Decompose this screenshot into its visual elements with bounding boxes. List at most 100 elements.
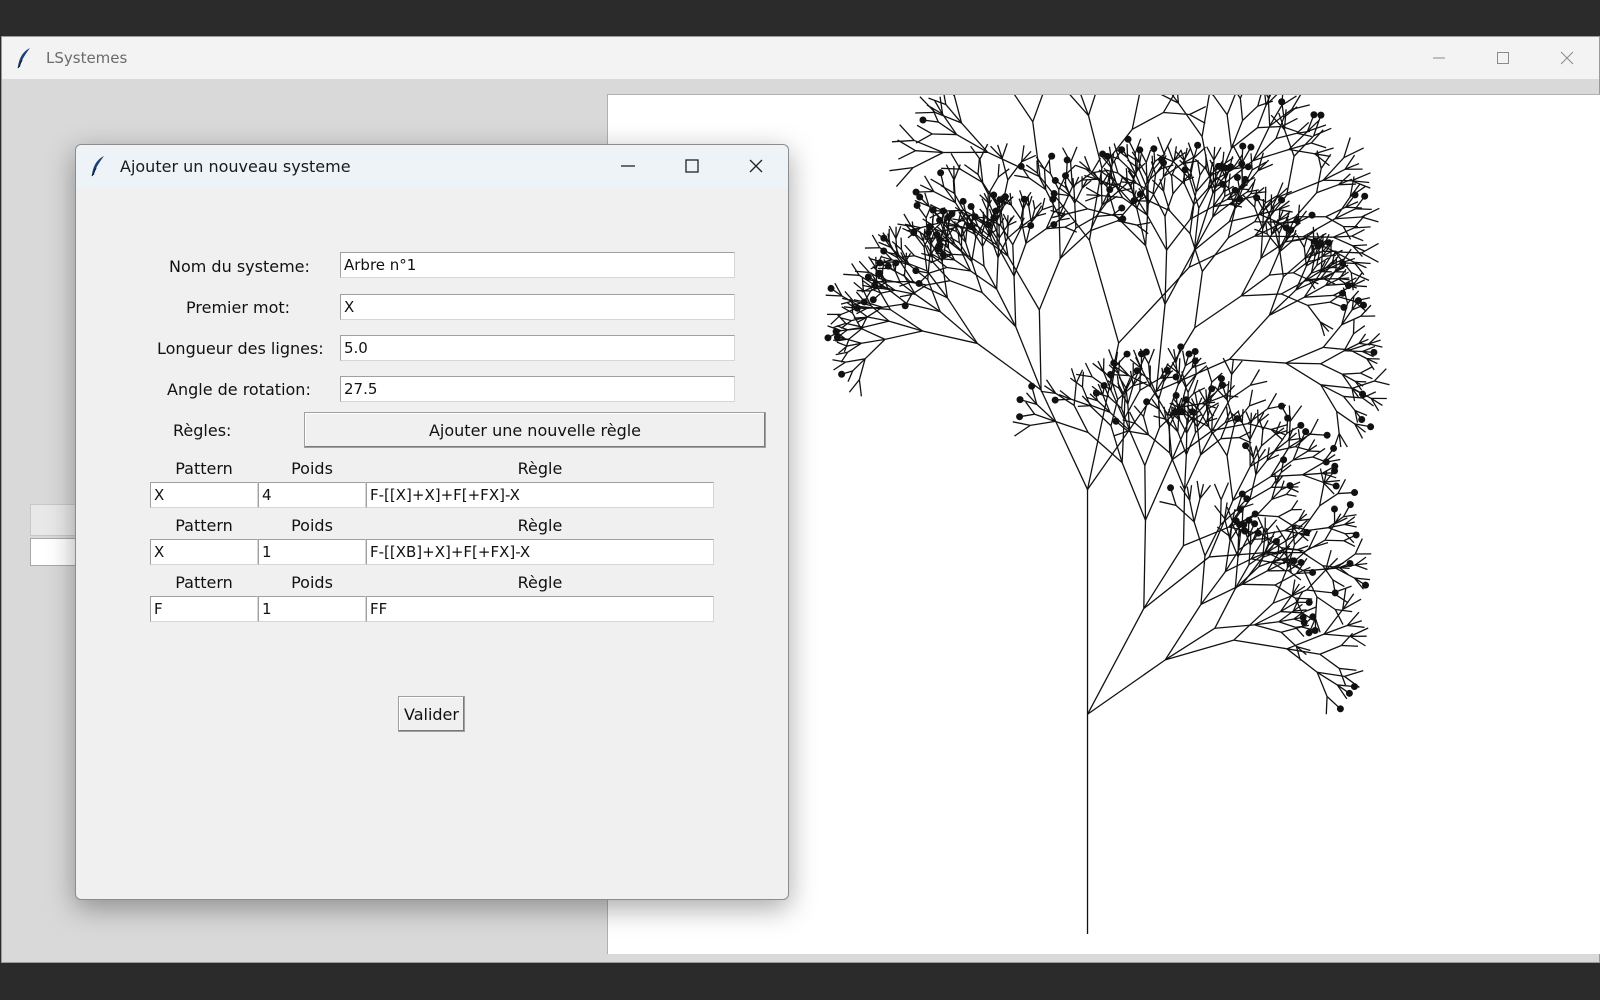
tree-fruit <box>1103 152 1111 160</box>
tree-branch <box>932 133 957 136</box>
tree-branch <box>1032 95 1044 123</box>
tree-fruit <box>1172 392 1180 400</box>
rule-header-pattern: Pattern <box>175 516 233 535</box>
tree-fruit <box>1358 416 1366 423</box>
tree-branch <box>1335 608 1353 613</box>
tree-fruit <box>1119 215 1127 223</box>
main-minimize-button[interactable] <box>1407 37 1471 79</box>
tree-fruit <box>1309 613 1317 621</box>
tree-branch <box>1170 175 1174 194</box>
tree-fruit <box>1305 629 1313 637</box>
tree-branch <box>952 253 968 256</box>
tree-branch <box>1233 602 1274 641</box>
tree-branch <box>1267 392 1278 410</box>
tree-fruit <box>934 246 942 253</box>
hidden-button[interactable] <box>30 504 80 536</box>
tree-branch <box>1226 381 1230 401</box>
tree-fruit <box>1133 367 1141 375</box>
dialog-maximize-button[interactable] <box>660 145 724 187</box>
tree-branch <box>1087 95 1096 116</box>
tree-fruit <box>853 304 861 312</box>
tree-branch <box>884 330 923 341</box>
tree-branch <box>1242 583 1276 586</box>
tree-branch <box>895 167 914 188</box>
tree-fruit <box>1219 180 1227 188</box>
rule-3-pattern-input[interactable] <box>150 596 258 622</box>
tree-fruit <box>1063 156 1071 164</box>
tree-fruit <box>1130 197 1138 205</box>
tree-fruit <box>936 216 944 224</box>
first-word-input[interactable] <box>340 294 735 320</box>
dialog-titlebar[interactable]: Ajouter un nouveau systeme <box>76 145 788 187</box>
tree-fruit <box>924 229 932 237</box>
tree-branch <box>1325 696 1328 715</box>
tree-branch <box>836 341 848 347</box>
validate-button[interactable]: Valider <box>398 696 465 732</box>
tree-branch <box>1081 178 1098 181</box>
tree-branch <box>1374 380 1390 386</box>
hidden-entry[interactable] <box>30 538 80 566</box>
tree-branch <box>1339 667 1357 671</box>
tree-branch <box>1131 111 1164 130</box>
main-titlebar[interactable]: LSystemes <box>2 37 1599 79</box>
tree-fruit <box>1332 482 1340 490</box>
tree-branch <box>997 168 1010 178</box>
tree-fruit <box>1302 428 1310 436</box>
tree-branch <box>1268 251 1280 276</box>
tree-branch <box>1075 369 1084 384</box>
rule-header-pattern: Pattern <box>175 573 233 592</box>
tree-fruit <box>1241 175 1249 183</box>
dialog-minimize-button[interactable] <box>596 145 660 187</box>
tree-branch <box>1342 226 1352 240</box>
tree-branch <box>1086 194 1101 197</box>
tree-branch <box>853 281 864 291</box>
main-maximize-button[interactable] <box>1471 37 1535 79</box>
tree-branch <box>1032 121 1041 177</box>
tree-fruit <box>1311 627 1319 635</box>
tree-fruit <box>926 223 934 231</box>
rule-3-weight-input[interactable] <box>258 596 366 622</box>
tree-branch <box>1290 499 1299 511</box>
tree-branch <box>1224 518 1231 541</box>
tree-branch <box>981 246 985 267</box>
rule-1-pattern-input[interactable] <box>150 482 258 508</box>
rule-2-pattern-input[interactable] <box>150 539 258 565</box>
tree-branch <box>1241 570 1268 585</box>
tree-branch <box>1058 216 1061 259</box>
tree-fruit <box>929 206 937 214</box>
rotation-angle-input[interactable] <box>340 376 735 402</box>
add-rule-button[interactable]: Ajouter une nouvelle règle <box>304 412 766 448</box>
tree-fruit <box>1339 259 1347 267</box>
tree-fruit <box>864 273 872 281</box>
tree-fruit <box>985 221 993 229</box>
tree-branch <box>1159 500 1177 507</box>
tree-branch <box>1256 104 1267 128</box>
rule-3-rule-input[interactable] <box>366 596 714 622</box>
tree-fruit <box>1243 495 1251 503</box>
tree-fruit <box>1310 111 1318 119</box>
tree-branch <box>1229 314 1270 360</box>
tree-branch <box>1088 240 1120 344</box>
dialog-close-button[interactable] <box>724 145 788 187</box>
tree-fruit <box>1254 529 1262 537</box>
tree-fruit <box>1293 217 1301 225</box>
tree-branch <box>898 150 916 160</box>
tree-branch <box>1166 218 1191 251</box>
tree-fruit <box>1177 343 1185 351</box>
tree-branch <box>1201 95 1210 137</box>
main-close-button[interactable] <box>1535 37 1599 79</box>
tree-fruit <box>1345 689 1353 697</box>
rule-2-weight-input[interactable] <box>258 539 366 565</box>
tree-branch <box>1345 206 1363 209</box>
tree-branch <box>1298 509 1306 521</box>
tree-branch <box>981 292 1017 328</box>
rule-1-rule-input[interactable] <box>366 482 714 508</box>
tree-branch <box>1226 423 1236 456</box>
tree-branch <box>1136 208 1147 246</box>
line-length-input[interactable] <box>340 335 735 361</box>
system-name-input[interactable] <box>340 252 735 278</box>
tree-branch <box>1204 524 1222 557</box>
rule-2-rule-input[interactable] <box>366 539 714 565</box>
rule-1-weight-input[interactable] <box>258 482 366 508</box>
tree-fruit <box>971 213 979 221</box>
